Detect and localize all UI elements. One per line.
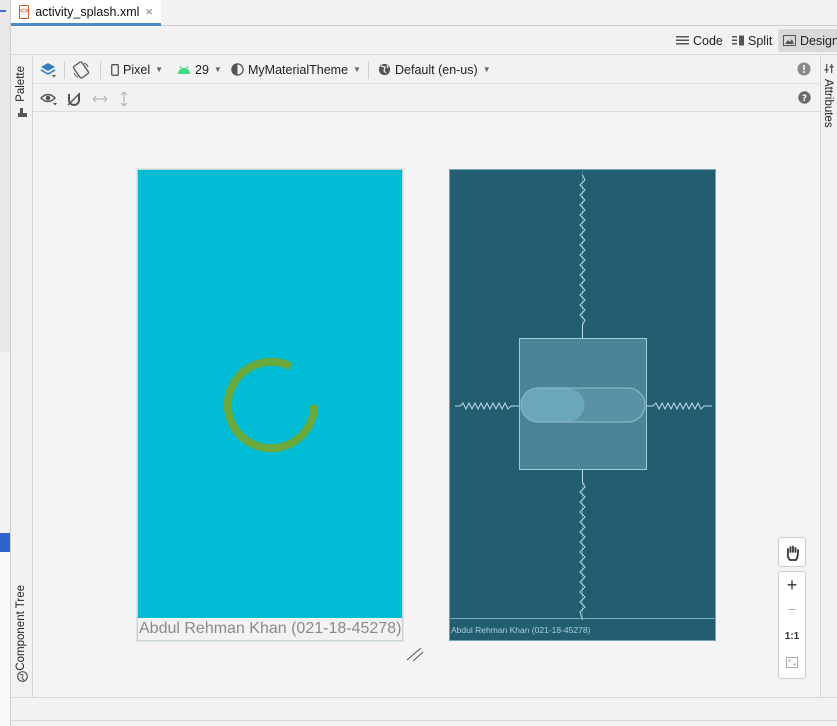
warning-icon[interactable] bbox=[797, 62, 811, 76]
device-value: Pixel bbox=[123, 62, 151, 77]
chevron-down-icon: ▼ bbox=[482, 65, 491, 74]
code-lines-icon bbox=[676, 36, 689, 45]
image-icon bbox=[783, 35, 796, 46]
design-preview-screen[interactable]: Abdul Rehman Khan (021-18-45278) bbox=[137, 169, 403, 641]
zoom-out-button[interactable]: − bbox=[779, 601, 805, 617]
view-options-button[interactable] bbox=[40, 88, 58, 109]
ide-left-edge bbox=[0, 0, 11, 726]
attributes-label: Attributes bbox=[822, 79, 834, 128]
selected-project-item-marker bbox=[0, 533, 10, 553]
vertical-arrows-icon bbox=[120, 91, 128, 106]
layers-button[interactable] bbox=[39, 59, 57, 80]
view-mode-bar: Code Split Design bbox=[11, 26, 837, 55]
chevron-down-icon: ▼ bbox=[213, 65, 222, 74]
component-tree-panel-tab[interactable]: Component Tree bbox=[15, 585, 27, 671]
component-tree-label: Component Tree bbox=[15, 585, 27, 671]
status-bar bbox=[11, 697, 837, 726]
vertical-constraints-button[interactable] bbox=[119, 88, 129, 109]
close-tab-icon[interactable]: × bbox=[145, 4, 153, 19]
horizontal-arrows-icon bbox=[92, 95, 108, 102]
code-mode-button[interactable]: Code bbox=[671, 29, 728, 52]
zoom-in-button[interactable]: + bbox=[779, 575, 805, 596]
help-icon[interactable]: ? bbox=[798, 91, 811, 104]
fit-screen-icon[interactable] bbox=[786, 657, 798, 668]
zoom-controls: + − 1:1 bbox=[778, 571, 806, 679]
left-tool-strip: Palette Component Tree bbox=[11, 55, 33, 697]
editor-tab-filename: activity_splash.xml bbox=[35, 4, 140, 19]
split-mode-label: Split bbox=[748, 33, 773, 48]
progress-spinner[interactable] bbox=[219, 353, 323, 457]
phone-icon bbox=[111, 63, 119, 76]
design-mode-button[interactable]: Design bbox=[778, 29, 837, 52]
right-tool-strip: Attributes bbox=[820, 55, 837, 697]
student-name-textview[interactable]: Abdul Rehman Khan (021-18-45278) bbox=[138, 618, 402, 640]
theme-value: MyMaterialTheme bbox=[248, 62, 349, 77]
svg-text:?: ? bbox=[802, 94, 807, 104]
chevron-down-icon: ▼ bbox=[353, 65, 361, 74]
globe-icon bbox=[17, 671, 28, 682]
actual-size-button[interactable]: 1:1 bbox=[779, 631, 805, 642]
device-selector[interactable]: Pixel ▼ bbox=[111, 59, 163, 80]
palette-icon bbox=[18, 108, 27, 117]
pan-button[interactable] bbox=[778, 537, 806, 567]
locale-value: Default (en-us) bbox=[395, 62, 478, 77]
locale-selector[interactable]: Default (en-us) ▼ bbox=[378, 59, 491, 80]
autoconnect-toggle[interactable] bbox=[66, 88, 82, 109]
blueprint-student-name-textview[interactable]: Abdul Rehman Khan (021-18-45278) bbox=[450, 618, 715, 640]
attributes-panel-tab[interactable]: Attributes bbox=[822, 79, 834, 128]
split-view-icon bbox=[732, 35, 744, 46]
api-level-selector[interactable]: 29 ▼ bbox=[177, 59, 222, 80]
blueprint-preview-screen[interactable]: Abdul Rehman Khan (021-18-45278) bbox=[449, 169, 716, 641]
horizontal-constraints-button[interactable] bbox=[92, 88, 108, 109]
chevron-down-icon: ▼ bbox=[155, 65, 164, 74]
theme-icon bbox=[231, 63, 244, 76]
view-options-toolbar: ? bbox=[33, 84, 820, 112]
blueprint-constraints bbox=[455, 170, 712, 620]
editor-tab-activity-splash[interactable]: <> activity_splash.xml × bbox=[11, 0, 161, 26]
palette-label: Palette bbox=[15, 66, 27, 102]
hand-icon bbox=[786, 545, 799, 561]
attributes-icon bbox=[824, 64, 834, 73]
design-mode-label: Design bbox=[800, 33, 837, 48]
layers-icon bbox=[40, 62, 56, 77]
code-mode-label: Code bbox=[693, 33, 723, 48]
magnet-off-icon bbox=[67, 92, 81, 106]
resize-handle[interactable] bbox=[405, 645, 425, 663]
palette-panel-tab[interactable]: Palette bbox=[15, 66, 27, 102]
android-icon bbox=[178, 65, 190, 74]
theme-selector[interactable]: MyMaterialTheme ▼ bbox=[231, 59, 361, 80]
split-mode-button[interactable]: Split bbox=[727, 29, 777, 52]
design-toolbar: Pixel ▼ 29 ▼ MyMaterialTheme ▼ Default (en-… bbox=[33, 55, 820, 84]
globe-icon bbox=[378, 63, 391, 76]
rotate-screen-icon bbox=[72, 60, 90, 79]
xml-file-icon: <> bbox=[19, 4, 30, 19]
api-level-value: 29 bbox=[195, 62, 209, 77]
orientation-button[interactable] bbox=[72, 59, 90, 80]
eye-icon bbox=[40, 93, 57, 105]
